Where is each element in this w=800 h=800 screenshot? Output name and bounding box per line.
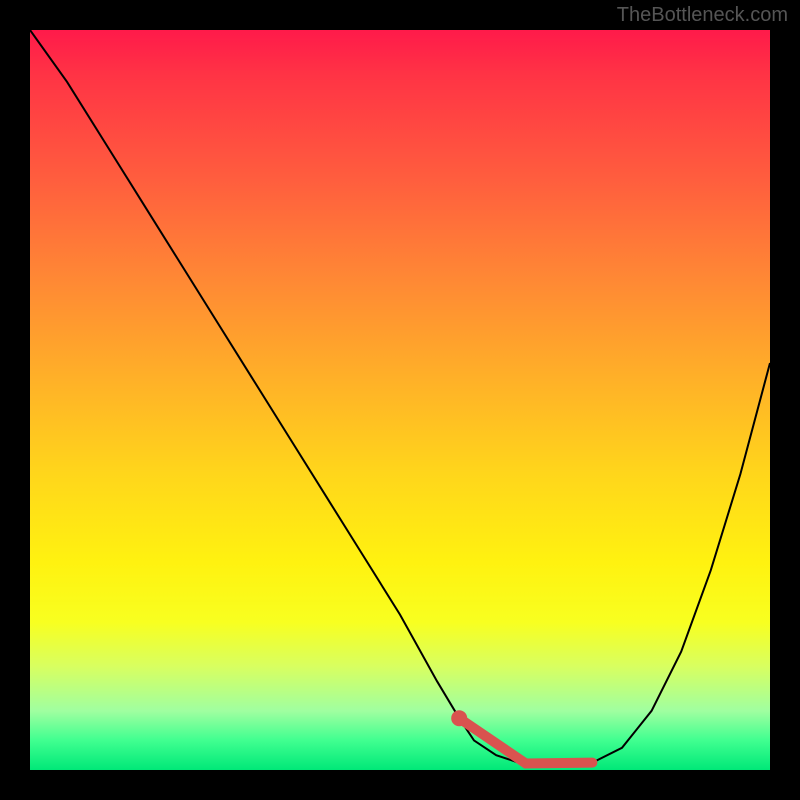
bottleneck-curve bbox=[30, 30, 770, 766]
watermark-text: TheBottleneck.com bbox=[617, 4, 788, 27]
optimal-point-marker bbox=[451, 710, 467, 726]
optimal-range-highlight bbox=[459, 718, 592, 763]
chart-svg bbox=[30, 30, 770, 770]
chart-plot-area bbox=[30, 30, 770, 770]
